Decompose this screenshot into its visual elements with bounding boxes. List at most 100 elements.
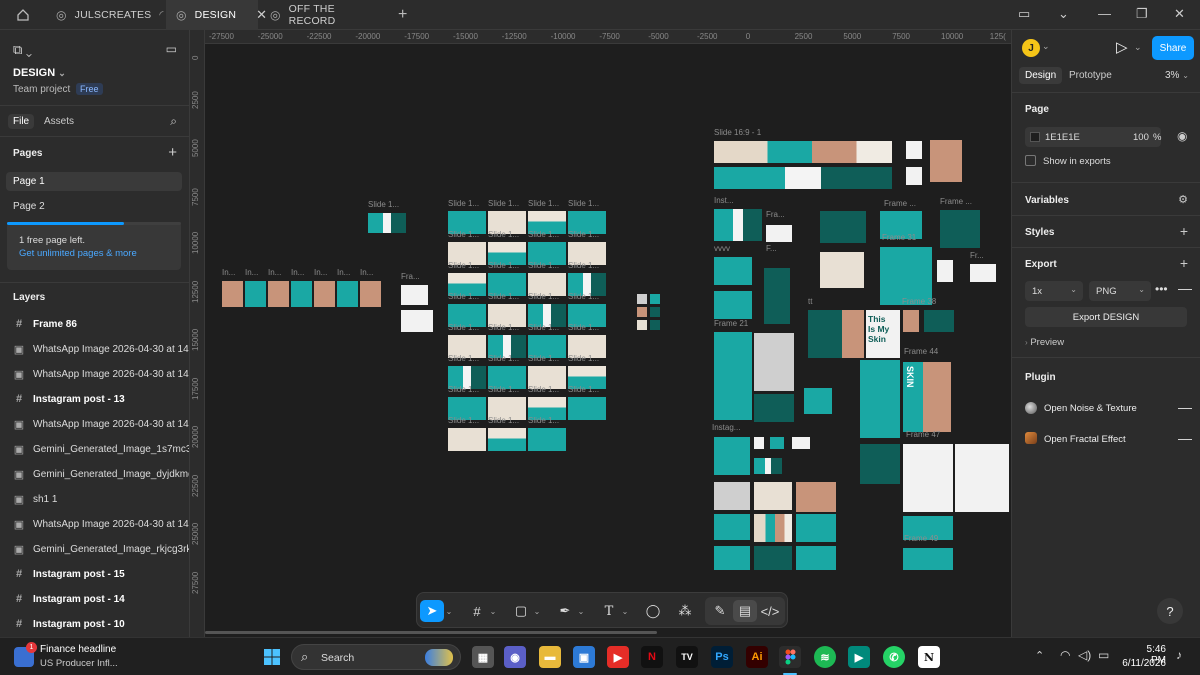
layer-row[interactable]: ▣ Gemini_Generated_Image_1s7mc31s7r	[13, 443, 189, 456]
frame-label[interactable]: Fra...	[401, 272, 420, 281]
frame-label[interactable]: Fra...	[766, 210, 785, 219]
canvas-frame[interactable]	[940, 210, 980, 248]
remove-plugin-icon[interactable]: —	[1178, 430, 1192, 446]
canvas-frame[interactable]	[860, 360, 900, 400]
frame-label[interactable]: Slide 1...	[528, 385, 559, 394]
canvas-frame[interactable]	[796, 482, 836, 512]
home-icon[interactable]	[10, 6, 36, 24]
taskbar-search[interactable]: ⌕ Search	[291, 644, 461, 670]
add-tab-icon[interactable]: +	[398, 6, 407, 24]
illustrator-icon[interactable]: Ai	[746, 646, 768, 668]
netflix-icon[interactable]: N	[641, 646, 663, 668]
frame-label[interactable]: Frame 49	[904, 534, 938, 543]
frame-label[interactable]: Slide 1...	[368, 200, 399, 209]
export-scale-select[interactable]: 1x ⌄	[1025, 281, 1083, 301]
slide-frame[interactable]	[714, 141, 892, 163]
news-headline[interactable]: Finance headline	[40, 644, 116, 655]
color-swatch[interactable]	[650, 320, 660, 330]
color-swatch[interactable]	[1030, 132, 1040, 142]
frame-tool-icon[interactable]: #	[465, 600, 489, 622]
frame-label[interactable]: Slide 1...	[448, 323, 479, 332]
frame-label[interactable]: Frame 47	[906, 430, 940, 439]
tab-off-the-record[interactable]: ◎ OFF THE RECORD	[260, 0, 390, 30]
meet-icon[interactable]: ▶	[848, 646, 870, 668]
page-color-field[interactable]: 1E1E1E 100 %	[1025, 127, 1161, 147]
canvas-frame[interactable]	[314, 281, 335, 307]
frame-label[interactable]: Frame 38	[902, 297, 936, 306]
frame-label[interactable]: Fr...	[970, 251, 984, 260]
tab-file[interactable]: File	[8, 114, 35, 129]
sidebar-toggle-icon[interactable]: ▭	[1018, 6, 1030, 22]
layer-row[interactable]: # Instagram post - 10	[13, 618, 125, 630]
text-tool-icon[interactable]: T	[597, 600, 621, 622]
file-name[interactable]: DESIGN ⌄	[13, 67, 66, 79]
frame-label[interactable]: Slide 1...	[528, 323, 559, 332]
ms-store-icon[interactable]: ▣	[573, 646, 595, 668]
add-style-icon[interactable]: +	[1180, 223, 1188, 239]
add-page-icon[interactable]: +	[168, 144, 177, 161]
battery-icon[interactable]: ▭	[1098, 648, 1109, 662]
canvas-frame[interactable]	[754, 394, 794, 422]
news-subline[interactable]: US Producer Infl...	[40, 658, 118, 669]
show-in-exports-checkbox[interactable]	[1025, 155, 1036, 166]
page-item-1[interactable]: Page 1	[6, 172, 182, 191]
frame-label[interactable]: Slide 1...	[488, 292, 519, 301]
canvas-frame[interactable]	[764, 268, 790, 324]
canvas-frame[interactable]	[860, 444, 900, 484]
canvas-frame[interactable]	[820, 252, 864, 288]
layer-row[interactable]: ▣ sh1 1	[13, 493, 58, 506]
remove-plugin-icon[interactable]: —	[1178, 399, 1192, 415]
frame-label[interactable]: Slide 1...	[528, 199, 559, 208]
frame-label[interactable]: Slide 1...	[448, 261, 479, 270]
canvas-frame[interactable]	[754, 482, 792, 510]
clock-date[interactable]: 6/11/2026	[1122, 658, 1166, 669]
help-button[interactable]: ?	[1157, 598, 1183, 624]
frame-label[interactable]: Slide 1...	[488, 416, 519, 425]
frame-label[interactable]: Slide 1...	[448, 385, 479, 394]
layer-row[interactable]: ▣ Gemini_Generated_Image_dyjdkmdyjc	[13, 468, 189, 481]
canvas-frame[interactable]	[970, 264, 996, 282]
frame-label[interactable]: Slide 1...	[568, 199, 599, 208]
canvas-frame[interactable]	[222, 281, 243, 307]
actions-icon[interactable]: ⁂	[673, 600, 697, 622]
chevron-down-icon[interactable]: ⌄	[1042, 41, 1050, 52]
share-button[interactable]: Share	[1152, 36, 1194, 60]
plugin-noise-texture[interactable]: Open Noise & Texture	[1044, 403, 1137, 414]
frame-label[interactable]: Slide 1...	[488, 199, 519, 208]
layer-row[interactable]: ▣ WhatsApp Image 2026-04-30 at 14.12	[13, 343, 189, 356]
page-opacity-value[interactable]: 100	[1133, 132, 1149, 143]
color-swatch[interactable]	[637, 307, 647, 317]
canvas-frame[interactable]	[401, 285, 428, 305]
horizontal-scrollbar[interactable]	[205, 631, 657, 634]
volume-icon[interactable]: ◁)	[1078, 648, 1091, 662]
present-icon[interactable]: ▷	[1116, 38, 1128, 56]
frame-label[interactable]: Slide 1...	[568, 385, 599, 394]
slide-frame[interactable]	[528, 428, 566, 451]
figma-menu-icon[interactable]: ⧉ ⌄	[13, 42, 32, 58]
layer-row[interactable]: # Instagram post - 13	[13, 393, 125, 405]
frame-label[interactable]: Slide 1...	[488, 385, 519, 394]
chevron-down-icon[interactable]: ⌄	[443, 600, 455, 622]
canvas-frame[interactable]	[714, 257, 752, 285]
canvas-frame[interactable]	[796, 514, 836, 542]
tab-design-panel[interactable]: Design	[1019, 67, 1063, 84]
youtube-icon[interactable]: ▶	[607, 646, 629, 668]
variables-settings-icon[interactable]: ⚙	[1178, 193, 1188, 206]
canvas-frame[interactable]	[804, 388, 832, 414]
canvas-frame[interactable]	[792, 437, 810, 449]
canvas-frame[interactable]	[906, 141, 922, 159]
tab-prototype[interactable]: Prototype	[1069, 70, 1112, 81]
layer-row[interactable]: ▣ WhatsApp Image 2026-04-30 at 14.12	[13, 518, 189, 531]
frame-label[interactable]: Slide 1...	[488, 323, 519, 332]
tradingview-icon[interactable]: TV	[676, 646, 698, 668]
panel-toggle-icon[interactable]: ▭	[166, 42, 177, 56]
canvas-frame[interactable]	[714, 514, 750, 540]
slide-frame[interactable]: This Is My Skin	[866, 310, 900, 358]
canvas-frame[interactable]	[754, 514, 792, 542]
canvas-frame[interactable]	[714, 209, 762, 241]
canvas-frame[interactable]	[401, 310, 433, 332]
frame-label[interactable]: Slide 1...	[448, 199, 479, 208]
wifi-icon[interactable]: ◠	[1060, 648, 1070, 662]
frame-label[interactable]: Frame ...	[884, 199, 916, 208]
chevron-down-icon[interactable]: ⌄	[1058, 6, 1069, 22]
